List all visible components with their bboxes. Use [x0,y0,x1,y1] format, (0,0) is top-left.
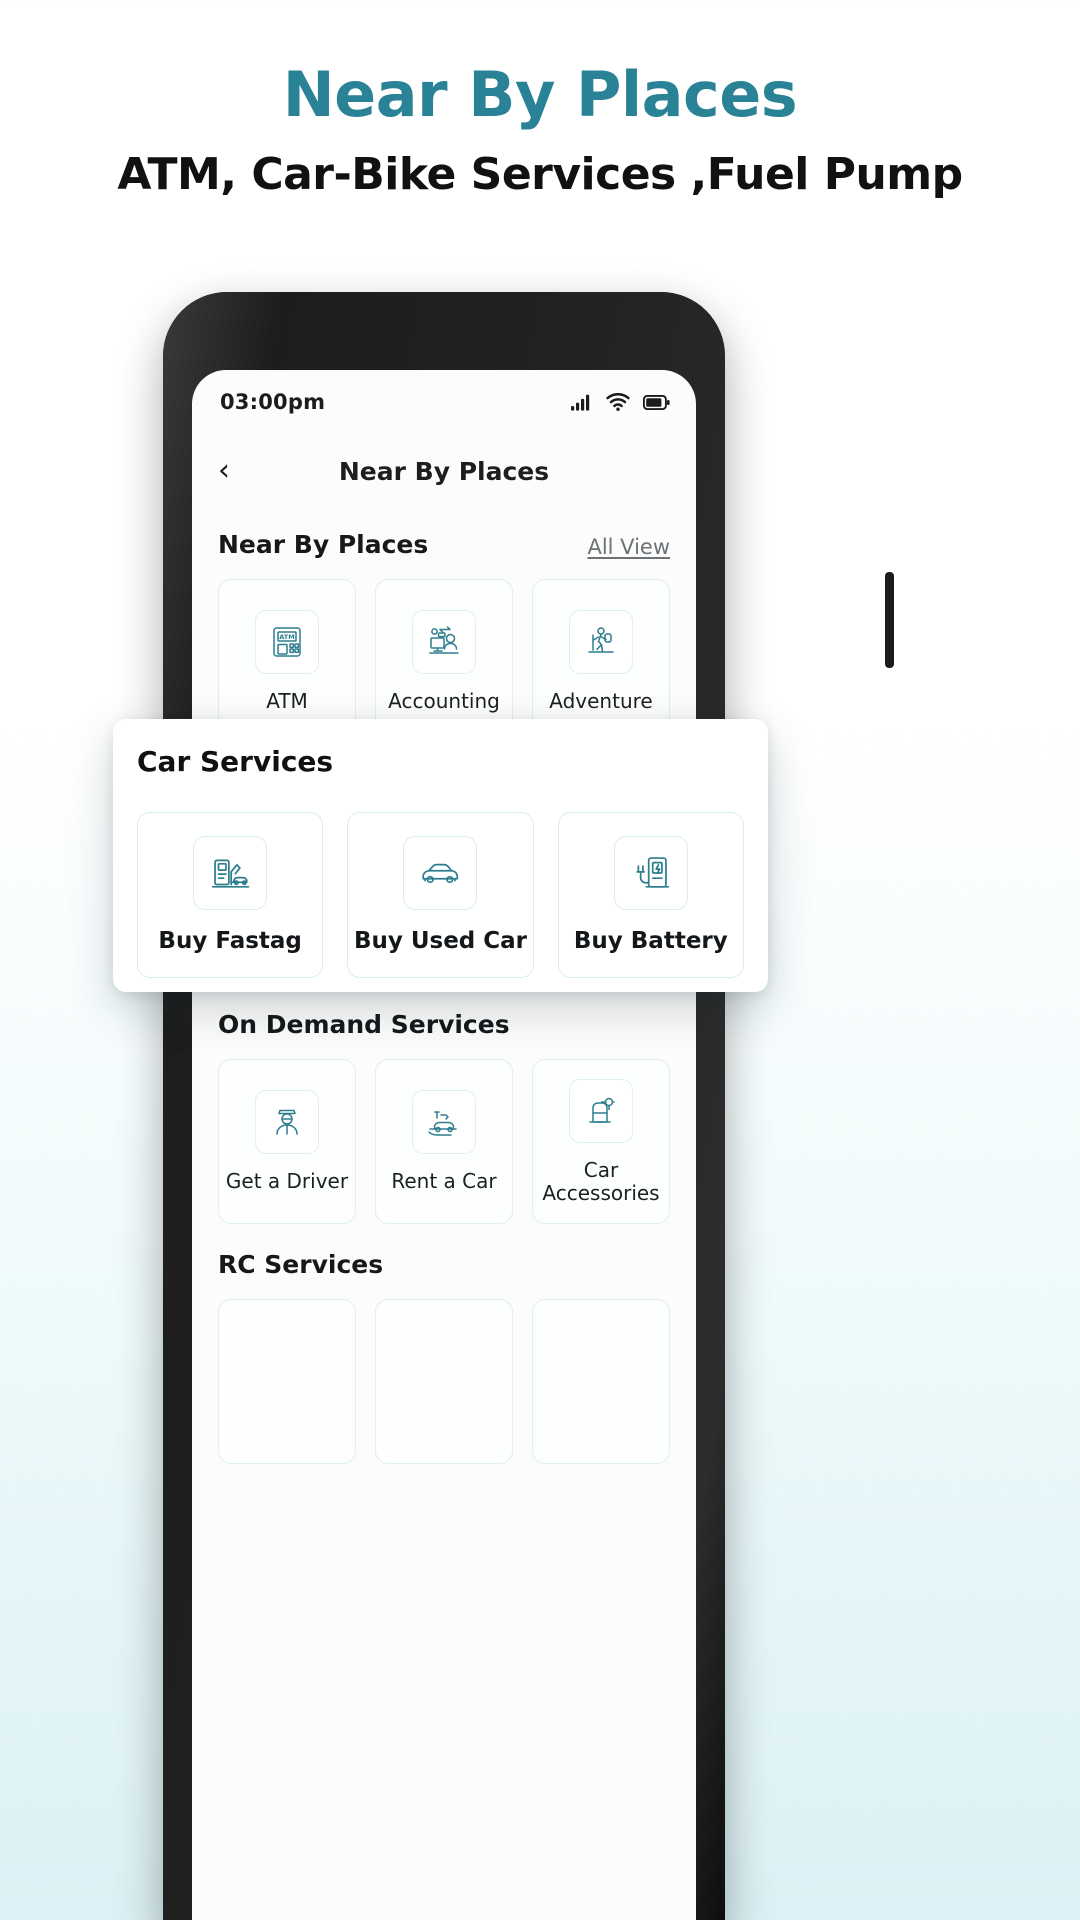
all-view-link[interactable]: All View [587,535,670,559]
tile-label: ATM [266,689,308,713]
modal-title: Car Services [137,745,334,778]
tile-get-a-driver[interactable]: Get a Driver [218,1059,356,1224]
phone-power-button[interactable] [885,572,894,668]
page-subtitle: ATM, Car-Bike Services ,Fuel Pump [117,149,963,201]
page-title: Near By Places [282,58,798,131]
section-header-near-by-places: Near By Places All View [218,530,670,559]
tile-label: Rent a Car [391,1169,497,1193]
back-button[interactable]: ‹ [218,456,252,486]
svg-text:ATM: ATM [279,633,294,641]
banner: Near By Places ATM, Car-Bike Services ,F… [0,0,1080,200]
modal-tile-buy-used-car[interactable]: Buy Used Car [347,812,534,978]
status-icons [571,393,670,411]
signal-icon [571,394,593,411]
tile-car-accessories[interactable]: Car Accessories [532,1059,670,1224]
fastag-icon [193,836,268,910]
modal-tile-label: Buy Fastag [158,928,302,954]
modal-tile-grid: Buy Fastag Buy Used Car Buy Battery [137,812,744,978]
tile-grid-rc-services [218,1299,670,1464]
tile-rc-2[interactable] [375,1299,513,1464]
car-icon [403,836,478,910]
tile-grid-on-demand-services: Get a Driver Rent a Car Car Accessories [218,1059,670,1224]
driver-icon [255,1090,319,1154]
tile-rc-3[interactable] [532,1299,670,1464]
rent-car-icon [412,1090,476,1154]
section-title: Near By Places [218,530,429,559]
wifi-icon [606,393,630,411]
car-accessories-icon [569,1078,633,1143]
section-title-rc-services: RC Services [218,1250,384,1279]
tile-rent-a-car[interactable]: Rent a Car [375,1059,513,1224]
phone-screen: 03:00pm ‹ Near By Places Near By Places … [192,370,696,1920]
navbar-title: Near By Places [338,456,550,486]
status-bar: 03:00pm [192,370,696,434]
status-time: 03:00pm [220,390,326,414]
screen-content: Near By Places All View ATM ATM Accounti… [192,530,696,1464]
accounting-icon [412,610,476,674]
modal-tile-label: Buy Used Car [353,928,528,954]
tile-label: Accounting [388,689,500,713]
tile-label: Adventure [549,689,653,713]
modal-tile-label: Buy Battery [573,928,728,954]
tile-label: Car Accessories [542,1157,660,1205]
section-title-on-demand-services: On Demand Services [218,1010,510,1039]
ev-charger-icon [613,836,688,910]
app-navbar: ‹ Near By Places [192,434,696,508]
adventure-icon [569,610,633,674]
modal-tile-buy-fastag[interactable]: Buy Fastag [137,812,324,978]
tile-rc-1[interactable] [218,1299,356,1464]
battery-icon [643,394,670,410]
tile-label: Get a Driver [225,1169,349,1193]
atm-icon: ATM [255,610,319,674]
phone-mockup: 03:00pm ‹ Near By Places Near By Places … [163,292,894,1920]
modal-tile-buy-battery[interactable]: Buy Battery [557,812,744,978]
car-services-modal: Car Services Buy Fastag Buy Used Car Buy… [113,719,768,992]
